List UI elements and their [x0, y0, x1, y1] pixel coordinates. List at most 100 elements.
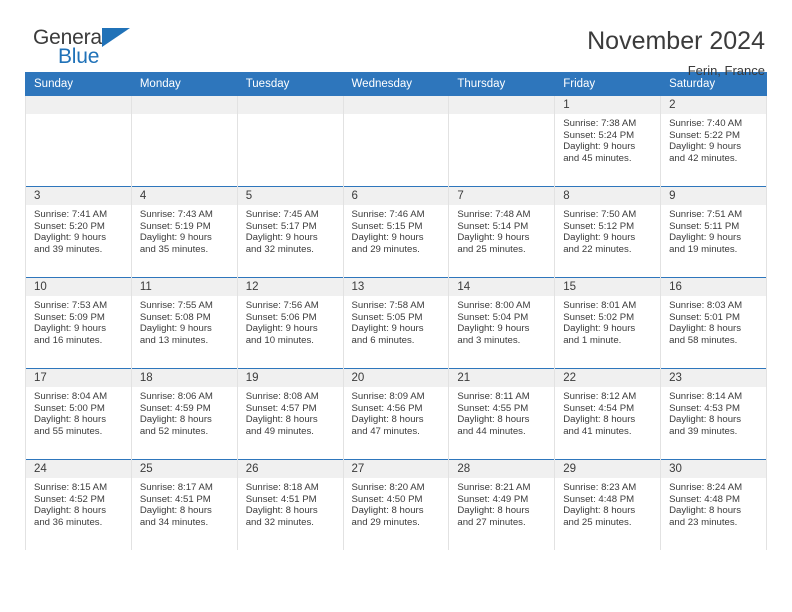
- sunrise-text: Sunrise: 8:17 AM: [139, 482, 213, 493]
- calendar-day-cell[interactable]: 7 Sunrise: 7:48 AM Sunset: 5:14 PM Daylight…: [448, 186, 556, 278]
- daylight-text-cont: and 1 minute.: [563, 334, 622, 346]
- day-details: Sunrise: 7:51 AM Sunset: 5:11 PM Daylight:…: [661, 205, 766, 255]
- sunrise-text: Sunrise: 8:11 AM: [457, 391, 530, 402]
- day-number: 10: [26, 278, 131, 296]
- calendar-day-cell[interactable]: 27 Sunrise: 8:20 AM Sunset: 4:50 PM Dayligh…: [342, 459, 450, 550]
- day-details: Sunrise: 8:06 AM Sunset: 4:59 PM Daylight:…: [132, 387, 237, 437]
- day-details: Sunrise: 7:41 AM Sunset: 5:20 PM Daylight:…: [26, 205, 131, 255]
- calendar-day-cell[interactable]: 3 Sunrise: 7:41 AM Sunset: 5:20 PM Daylight…: [25, 186, 132, 278]
- day-number: 4: [131, 187, 237, 205]
- calendar-day-cell[interactable]: 13 Sunrise: 7:58 AM Sunset: 5:05 PM Dayligh…: [342, 277, 450, 369]
- day-details: Sunrise: 8:17 AM Sunset: 4:51 PM Daylight:…: [132, 478, 237, 528]
- sunrise-text: Sunrise: 8:20 AM: [351, 482, 425, 493]
- brand-logo[interactable]: General Blue: [25, 26, 145, 72]
- day-details: Sunrise: 8:09 AM Sunset: 4:56 PM Daylight:…: [344, 387, 449, 437]
- calendar-day-cell[interactable]: 1 Sunrise: 7:38 AM Sunset: 5:24 PM Daylight…: [554, 95, 662, 187]
- sunset-text: Sunset: 4:48 PM: [563, 493, 635, 505]
- sunset-text: Sunset: 4:56 PM: [351, 402, 423, 414]
- daylight-text: Daylight: 9 hours: [139, 323, 212, 335]
- calendar-day-cell[interactable]: 9 Sunrise: 7:51 AM Sunset: 5:11 PM Daylight…: [660, 186, 767, 278]
- day-number: 28: [449, 460, 555, 478]
- day-number: 23: [661, 369, 766, 387]
- calendar-day-cell[interactable]: 4 Sunrise: 7:43 AM Sunset: 5:19 PM Daylight…: [130, 186, 238, 278]
- calendar-day-cell[interactable]: 11 Sunrise: 7:55 AM Sunset: 5:08 PM Dayligh…: [130, 277, 238, 369]
- title-block: November 2024 Ferin, France: [587, 26, 767, 80]
- sunset-text: Sunset: 4:54 PM: [563, 402, 635, 414]
- calendar-week-row: 24 Sunrise: 8:15 AM Sunset: 4:52 PM Dayligh…: [25, 459, 767, 550]
- day-details: Sunrise: 8:18 AM Sunset: 4:51 PM Daylight:…: [238, 478, 343, 528]
- calendar-day-cell[interactable]: 22 Sunrise: 8:12 AM Sunset: 4:54 PM Dayligh…: [554, 368, 662, 460]
- day-details: Sunrise: 7:46 AM Sunset: 5:15 PM Daylight:…: [344, 205, 449, 255]
- day-number: [131, 96, 237, 114]
- day-details: Sunrise: 8:03 AM Sunset: 5:01 PM Daylight:…: [661, 296, 766, 346]
- sunset-text: Sunset: 4:55 PM: [457, 402, 529, 414]
- day-number: [449, 96, 555, 114]
- day-details: Sunrise: 8:12 AM Sunset: 4:54 PM Daylight:…: [555, 387, 660, 437]
- calendar-day-cell[interactable]: 14 Sunrise: 8:00 AM Sunset: 5:04 PM Dayligh…: [448, 277, 556, 369]
- day-details: Sunrise: 8:11 AM Sunset: 4:55 PM Daylight:…: [449, 387, 554, 437]
- sunset-text: Sunset: 5:20 PM: [34, 220, 105, 232]
- daylight-text-cont: and 27 minutes.: [457, 516, 526, 528]
- calendar-table: Sunday Monday Tuesday Wednesday Thursday…: [25, 72, 767, 550]
- sunrise-text: Sunrise: 8:01 AM: [563, 300, 637, 311]
- calendar-day-cell[interactable]: 5 Sunrise: 7:45 AM Sunset: 5:17 PM Daylight…: [236, 186, 344, 278]
- calendar-day-cell[interactable]: 30 Sunrise: 8:24 AM Sunset: 4:48 PM Dayligh…: [660, 459, 767, 550]
- sunset-text: Sunset: 5:17 PM: [245, 220, 317, 232]
- sunrise-text: Sunrise: 7:45 AM: [245, 209, 319, 220]
- daylight-text-cont: and 34 minutes.: [139, 516, 209, 528]
- calendar-day-cell[interactable]: 12 Sunrise: 7:56 AM Sunset: 5:06 PM Dayligh…: [236, 277, 344, 369]
- calendar-day-cell[interactable]: 29 Sunrise: 8:23 AM Sunset: 4:48 PM Dayligh…: [554, 459, 662, 550]
- calendar-day-cell[interactable]: 2 Sunrise: 7:40 AM Sunset: 5:22 PM Daylight…: [660, 95, 767, 187]
- day-number: 8: [555, 187, 661, 205]
- daylight-text-cont: and 39 minutes.: [669, 425, 738, 437]
- daylight-text-cont: and 42 minutes.: [669, 152, 738, 164]
- daylight-text: Daylight: 8 hours: [669, 414, 742, 426]
- calendar-day-cell[interactable]: 26 Sunrise: 8:18 AM Sunset: 4:51 PM Dayligh…: [236, 459, 344, 550]
- calendar-day-cell[interactable]: 23 Sunrise: 8:14 AM Sunset: 4:53 PM Dayligh…: [660, 368, 767, 460]
- calendar-week-row: 3 Sunrise: 7:41 AM Sunset: 5:20 PM Daylight…: [25, 186, 767, 278]
- calendar-day-cell[interactable]: 6 Sunrise: 7:46 AM Sunset: 5:15 PM Daylight…: [342, 186, 450, 278]
- calendar-day-cell[interactable]: 15 Sunrise: 8:01 AM Sunset: 5:02 PM Dayligh…: [554, 277, 662, 369]
- day-number: 29: [555, 460, 661, 478]
- sunrise-text: Sunrise: 7:55 AM: [139, 300, 213, 311]
- calendar-day-cell[interactable]: 16 Sunrise: 8:03 AM Sunset: 5:01 PM Dayligh…: [660, 277, 767, 369]
- calendar-day-cell[interactable]: 18 Sunrise: 8:06 AM Sunset: 4:59 PM Dayligh…: [130, 368, 238, 460]
- sunset-text: Sunset: 5:12 PM: [563, 220, 635, 232]
- daylight-text-cont: and 45 minutes.: [563, 152, 632, 164]
- sunrise-text: Sunrise: 7:46 AM: [351, 209, 425, 220]
- day-number: 30: [661, 460, 766, 478]
- day-number: 14: [449, 278, 555, 296]
- calendar-day-cell[interactable]: 10 Sunrise: 7:53 AM Sunset: 5:09 PM Dayligh…: [25, 277, 132, 369]
- calendar-day-cell[interactable]: 19 Sunrise: 8:08 AM Sunset: 4:57 PM Dayligh…: [236, 368, 344, 460]
- calendar-day-cell[interactable]: 8 Sunrise: 7:50 AM Sunset: 5:12 PM Daylight…: [554, 186, 662, 278]
- day-details: Sunrise: 7:38 AM Sunset: 5:24 PM Daylight:…: [555, 114, 660, 164]
- sunrise-text: Sunrise: 7:53 AM: [34, 300, 108, 311]
- sunset-text: Sunset: 4:57 PM: [245, 402, 317, 414]
- daylight-text-cont: and 29 minutes.: [351, 243, 420, 255]
- calendar-day-cell[interactable]: 28 Sunrise: 8:21 AM Sunset: 4:49 PM Dayligh…: [448, 459, 556, 550]
- day-number: 5: [237, 187, 343, 205]
- sunrise-text: Sunrise: 7:41 AM: [34, 209, 108, 220]
- brand-name-blue: Blue: [58, 45, 100, 68]
- calendar-week-row: 17 Sunrise: 8:04 AM Sunset: 5:00 PM Dayligh…: [25, 368, 767, 460]
- daylight-text-cont: and 52 minutes.: [139, 425, 209, 437]
- calendar-day-cell[interactable]: 24 Sunrise: 8:15 AM Sunset: 4:52 PM Dayligh…: [25, 459, 132, 550]
- day-details: Sunrise: 8:15 AM Sunset: 4:52 PM Daylight:…: [26, 478, 131, 528]
- sunset-text: Sunset: 5:19 PM: [139, 220, 211, 232]
- calendar-day-cell[interactable]: 21 Sunrise: 8:11 AM Sunset: 4:55 PM Dayligh…: [448, 368, 556, 460]
- day-number: 13: [343, 278, 449, 296]
- day-number: 7: [449, 187, 555, 205]
- day-details: Sunrise: 8:24 AM Sunset: 4:48 PM Daylight:…: [661, 478, 766, 528]
- sunrise-text: Sunrise: 8:15 AM: [34, 482, 108, 493]
- calendar-day-cell[interactable]: 25 Sunrise: 8:17 AM Sunset: 4:51 PM Dayligh…: [130, 459, 238, 550]
- daylight-text-cont: and 19 minutes.: [669, 243, 738, 255]
- day-number: 2: [661, 96, 766, 114]
- day-number: 27: [343, 460, 449, 478]
- sunset-text: Sunset: 5:05 PM: [351, 311, 423, 323]
- calendar-day-cell[interactable]: 17 Sunrise: 8:04 AM Sunset: 5:00 PM Dayligh…: [25, 368, 132, 460]
- calendar-day-cell[interactable]: 20 Sunrise: 8:09 AM Sunset: 4:56 PM Dayligh…: [342, 368, 450, 460]
- daylight-text: Daylight: 9 hours: [34, 232, 106, 244]
- daylight-text-cont: and 36 minutes.: [34, 516, 103, 528]
- daylight-text: Daylight: 9 hours: [34, 323, 106, 335]
- day-details: Sunrise: 8:04 AM Sunset: 5:00 PM Daylight:…: [26, 387, 131, 437]
